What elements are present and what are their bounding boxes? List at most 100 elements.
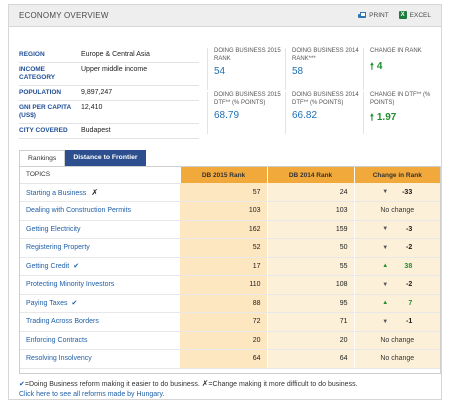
- tab-rankings[interactable]: Rankings: [19, 150, 66, 166]
- change-rank-cell: ▼ -2: [353, 238, 441, 258]
- db2015-rank-cell: 103: [180, 201, 267, 221]
- change-number: -2: [405, 281, 413, 289]
- change-number: -3: [405, 225, 413, 233]
- summary-value: Europe & Central Asia: [81, 51, 150, 58]
- change-dtf-value: 1.97: [376, 112, 397, 123]
- change-value: ▲ 7: [355, 300, 441, 307]
- topic-link[interactable]: Getting Credit: [26, 263, 69, 270]
- metric-value: 58: [292, 66, 304, 77]
- topic-link[interactable]: Resolving Insolvency: [26, 355, 92, 362]
- topic-link[interactable]: Registering Property: [26, 244, 90, 251]
- arrow-up-icon: ▲: [382, 300, 389, 307]
- db2015-rank-cell: 64: [180, 349, 267, 369]
- no-change-text: No change: [380, 355, 415, 363]
- db2014-rank-cell: 24: [266, 183, 354, 202]
- metric-value: 🠕 4: [370, 59, 441, 75]
- summary-row-gni: GNI PER CAPITA (US$) 12,410: [19, 101, 199, 124]
- summary-value: 9,897,247: [81, 89, 113, 96]
- arrow-up-icon: 🠕: [370, 112, 374, 122]
- change-number: -1: [405, 318, 413, 326]
- checkmark-icon: ✔: [71, 300, 78, 308]
- change-rank-cell: ▲ 38: [353, 257, 441, 276]
- db2015-rank-cell: 17: [180, 257, 267, 276]
- col-header-topics: TOPICS: [20, 167, 180, 184]
- metric-db2015-dtf: DOING BUSINESS 2015 DTF** (% POINTS) 68.…: [207, 92, 285, 134]
- db2015-rank-cell: 20: [180, 331, 267, 350]
- db2015-rank-cell: 110: [180, 275, 267, 295]
- change-rank-value: 4: [376, 60, 383, 72]
- table-row: Paying Taxes ✔ 88 95 ▲ 7: [20, 294, 440, 313]
- summary-value: 12,410: [81, 104, 103, 111]
- arrow-down-icon: ▼: [382, 189, 389, 195]
- checkmark-icon: ✔: [73, 263, 80, 271]
- metric-label: DOING BUSINESS 2014 RANK***: [292, 48, 359, 62]
- change-rank-cell: ▲ 7: [353, 294, 441, 313]
- legend-check-text: =Doing Business reform making it easier …: [24, 381, 200, 388]
- change-rank-cell: ▼ -33: [353, 183, 440, 202]
- summary-row-income: INCOME CATEGORY Upper middle income: [19, 63, 199, 86]
- arrow-down-icon: ▼: [382, 318, 389, 325]
- table-row: Resolving Insolvency 64 64 No change: [20, 349, 440, 369]
- table-row: Getting Electricity 162 159 ▼ -3: [20, 220, 440, 239]
- db2015-rank-cell: 72: [180, 312, 267, 332]
- print-button[interactable]: PRINT: [358, 11, 389, 19]
- summary-value: Upper middle income: [81, 66, 148, 73]
- no-change-text: No change: [380, 336, 415, 344]
- summary-row-population: POPULATION 9,897,247: [19, 86, 199, 101]
- change-number: -2: [405, 244, 413, 252]
- change-value: ▲ 38: [355, 263, 441, 270]
- col-header-db2014: DB 2014 Rank: [266, 167, 354, 183]
- col-header-change: Change in Rank: [353, 167, 440, 183]
- metric-value: 66.82: [292, 110, 318, 121]
- topic-link[interactable]: Enforcing Contracts: [26, 337, 87, 344]
- change-rank-cell: ▼ -2: [353, 275, 440, 295]
- rankings-table-container: TOPICS DB 2015 Rank DB 2014 Rank Change …: [19, 166, 441, 374]
- db2014-rank-cell: 20: [266, 331, 354, 350]
- table-row: Protecting Minority Investors 110 108 ▼ -2: [20, 275, 440, 295]
- change-rank-cell: ▼ -3: [353, 220, 441, 239]
- panel-title: ECONOMY OVERVIEW: [19, 11, 109, 20]
- arrow-up-icon: ▲: [382, 263, 389, 270]
- table-row: Registering Property 52 50 ▼ -2: [20, 238, 441, 258]
- economy-summary: REGION Europe & Central Asia INCOME CATE…: [19, 48, 199, 139]
- rankings-table: TOPICS DB 2015 Rank DB 2014 Rank Change …: [20, 167, 440, 369]
- change-rank-cell: No change: [353, 201, 440, 221]
- summary-label: CITY COVERED: [19, 127, 68, 134]
- metric-label: CHANGE IN DTF** (% POINTS): [370, 92, 431, 106]
- all-reforms-link[interactable]: Click here to see all reforms made by Hu…: [19, 391, 164, 398]
- legend-line: ✔=Doing Business reform making it easier…: [19, 379, 439, 390]
- topic-cell: Trading Across Borders: [20, 312, 180, 332]
- topic-link[interactable]: Getting Electricity: [26, 226, 80, 233]
- summary-row-city: CITY COVERED Budapest: [19, 124, 199, 139]
- db2014-rank-cell: 108: [266, 275, 354, 295]
- excel-button[interactable]: X EXCEL: [398, 11, 431, 19]
- change-number: -33: [402, 188, 413, 196]
- summary-label: INCOME CATEGORY: [19, 66, 56, 81]
- change-rank-cell: No change: [353, 349, 440, 369]
- table-row: Trading Across Borders 72 71 ▼ -1: [20, 312, 441, 332]
- topic-link[interactable]: Dealing with Construction Permits: [26, 207, 131, 214]
- change-value: ▼ -3: [355, 226, 441, 233]
- table-row: Getting Credit ✔ 17 55 ▲ 38: [20, 257, 440, 276]
- metric-label: DOING BUSINESS 2015 DTF** (% POINTS): [214, 92, 281, 106]
- topic-link[interactable]: Starting a Business: [26, 190, 86, 197]
- metric-label: CHANGE IN RANK: [370, 48, 422, 54]
- excel-icon: X: [398, 11, 407, 19]
- change-value: ▼ -1: [355, 318, 441, 325]
- metric-label: DOING BUSINESS 2015 RANK: [214, 48, 281, 62]
- db2014-rank-cell: 159: [266, 220, 354, 239]
- change-rank-cell: ▼ -1: [353, 312, 441, 332]
- tab-distance-to-frontier[interactable]: Distance to Frontier: [65, 150, 146, 166]
- topic-link[interactable]: Trading Across Borders: [26, 318, 99, 325]
- topic-link[interactable]: Paying Taxes: [26, 300, 68, 307]
- arrow-down-icon: ▼: [382, 244, 389, 251]
- change-rank-cell: No change: [353, 331, 440, 350]
- topic-link[interactable]: Protecting Minority Investors: [26, 281, 114, 288]
- print-label: PRINT: [369, 11, 389, 19]
- metric-db2015-rank: DOING BUSINESS 2015 RANK 54: [207, 48, 285, 90]
- db2014-rank-cell: 64: [266, 349, 354, 369]
- table-header-row: TOPICS DB 2015 Rank DB 2014 Rank Change …: [20, 167, 440, 184]
- change-value: ▼ -2: [355, 244, 441, 251]
- metric-value: 🠕 1.97: [370, 110, 441, 126]
- db2014-rank-cell: 103: [266, 201, 354, 221]
